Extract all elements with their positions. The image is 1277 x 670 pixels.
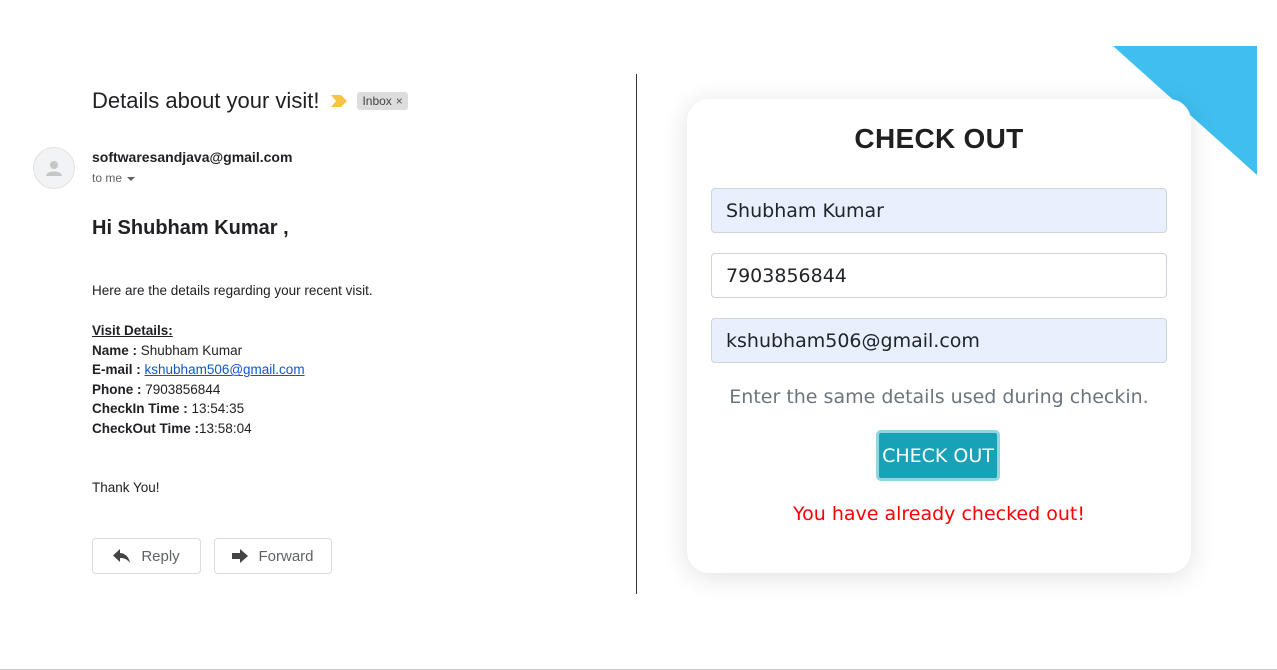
detail-email-row: E-mail : kshubham506@gmail.com xyxy=(92,360,305,380)
name-field[interactable] xyxy=(711,188,1167,233)
detail-phone-row: Phone : 7903856844 xyxy=(92,380,305,400)
detail-checkin-value: 13:54:35 xyxy=(187,401,245,417)
phone-field[interactable] xyxy=(711,253,1167,298)
forward-label: Forward xyxy=(258,547,314,565)
inbox-label-chip[interactable]: Inbox × xyxy=(357,92,408,110)
email-field[interactable] xyxy=(711,318,1167,363)
detail-phone-value: 7903856844 xyxy=(141,381,221,397)
person-icon xyxy=(46,161,62,176)
email-signoff: Thank You! xyxy=(92,480,160,495)
email-view: Details about your visit! Inbox × softwa… xyxy=(0,0,636,670)
subject-row: Details about your visit! Inbox × xyxy=(92,88,408,114)
visit-details: Visit Details: Name : Shubham Kumar E-ma… xyxy=(92,321,305,439)
importance-marker-icon[interactable] xyxy=(331,95,348,107)
sender-email: softwaresandjava@gmail.com xyxy=(92,149,293,165)
detail-checkout-key: CheckOut Time : xyxy=(92,420,200,436)
email-greeting: Hi Shubham Kumar , xyxy=(92,217,289,239)
label-text: Inbox xyxy=(362,94,392,108)
detail-checkout-row: CheckOut Time :13:58:04 xyxy=(92,419,305,439)
checkout-hint: Enter the same details used during check… xyxy=(729,386,1149,408)
sender-avatar[interactable] xyxy=(33,147,75,189)
checkout-button[interactable]: CHECK OUT xyxy=(876,430,1000,481)
remove-label-icon[interactable]: × xyxy=(396,94,403,108)
detail-checkout-value: 13:58:04 xyxy=(199,420,252,436)
recipient-toggle[interactable]: to me xyxy=(92,171,136,185)
detail-checkin-key: CheckIn Time : xyxy=(92,401,188,417)
forward-arrow-icon xyxy=(232,549,249,563)
recipient-label: to me xyxy=(92,171,123,185)
checkout-title: CHECK OUT xyxy=(854,123,1024,154)
email-intro: Here are the details regarding your rece… xyxy=(92,283,373,298)
visit-details-heading: Visit Details: xyxy=(92,323,173,338)
reply-button[interactable]: Reply xyxy=(92,538,201,574)
forward-button[interactable]: Forward xyxy=(214,538,332,574)
detail-name-key: Name : xyxy=(92,342,138,358)
pane-divider xyxy=(636,74,637,594)
checkout-error-message: You have already checked out! xyxy=(793,503,1085,525)
email-subject: Details about your visit! xyxy=(92,88,320,113)
detail-email-link[interactable]: kshubham506@gmail.com xyxy=(145,362,305,377)
chevron-down-icon[interactable] xyxy=(127,177,136,181)
detail-checkin-row: CheckIn Time : 13:54:35 xyxy=(92,399,305,419)
detail-name-value: Shubham Kumar xyxy=(137,342,243,358)
checkout-card: CHECK OUT Enter the same details used du… xyxy=(687,99,1191,573)
reply-arrow-icon xyxy=(113,549,131,563)
detail-email-key: E-mail : xyxy=(92,362,141,378)
detail-name-row: Name : Shubham Kumar xyxy=(92,341,305,361)
detail-phone-key: Phone : xyxy=(92,381,142,397)
reply-label: Reply xyxy=(141,547,180,565)
